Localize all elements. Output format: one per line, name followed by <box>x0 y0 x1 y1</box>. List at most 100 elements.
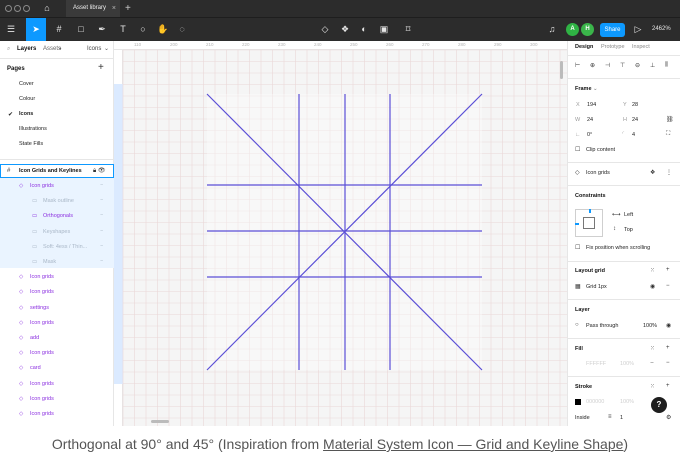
grid-icon[interactable]: ▦ <box>575 283 581 290</box>
hidden-eye-icon[interactable]: ⌣ <box>100 258 103 264</box>
tab-inspect[interactable]: Inspect <box>632 44 650 50</box>
constraints-widget[interactable] <box>575 209 603 237</box>
remove-grid-icon[interactable]: − <box>666 283 670 289</box>
layer-opacity-input[interactable]: 100% <box>643 323 657 329</box>
headphones-icon[interactable]: ♫ <box>546 18 558 41</box>
main-menu-icon[interactable]: ☰ <box>2 18 20 41</box>
stroke-color-swatch[interactable] <box>575 399 581 405</box>
stroke-opacity-input[interactable]: 100% <box>620 399 634 405</box>
fill-opacity-input[interactable]: 100% <box>620 361 634 367</box>
chevron-down-icon[interactable]: ⌄ <box>593 86 598 92</box>
close-window-button[interactable] <box>5 5 12 12</box>
tab-prototype[interactable]: Prototype <box>601 44 625 50</box>
frame-tool-icon[interactable]: # <box>50 18 68 41</box>
independent-corners-icon[interactable]: ⛶ <box>666 131 670 138</box>
add-fill-icon[interactable]: + <box>666 345 670 351</box>
add-stroke-icon[interactable]: + <box>666 383 670 389</box>
minimize-window-button[interactable] <box>14 5 21 12</box>
hidden-eye-icon[interactable]: ⌣ <box>100 243 103 249</box>
hidden-eye-icon[interactable]: ⌣ <box>100 212 103 218</box>
comment-tool-icon[interactable]: ○ <box>136 18 150 41</box>
move-tool-icon[interactable]: ➤ <box>26 18 46 41</box>
vertical-constraint-select[interactable]: Top <box>624 227 633 233</box>
shape-tool-icon[interactable]: □ <box>72 18 90 41</box>
corner-radius-input[interactable]: 4 <box>632 132 635 138</box>
share-button[interactable]: Share <box>600 23 625 37</box>
crop-icon[interactable]: ⌑ <box>400 18 416 41</box>
pen-tool-icon[interactable]: ✒ <box>94 18 110 41</box>
constrain-proportions-icon[interactable]: ⛓ <box>666 116 674 123</box>
page-item-colour[interactable]: Colour <box>19 96 35 102</box>
search-icon[interactable]: ⌕ <box>7 41 10 58</box>
home-icon[interactable]: ⌂ <box>37 0 57 17</box>
x-input[interactable]: 194 <box>587 102 596 108</box>
avatar[interactable]: H <box>581 23 594 36</box>
eye-icon[interactable]: ◉ <box>650 283 655 290</box>
page-item-icons[interactable]: Icons <box>19 111 33 117</box>
maximize-window-button[interactable] <box>23 5 30 12</box>
y-input[interactable]: 28 <box>632 102 638 108</box>
align-bottom-icon[interactable]: ⊥ <box>650 62 655 69</box>
new-tab-icon[interactable]: + <box>125 0 131 17</box>
clip-content-checkbox[interactable]: ☐ <box>575 146 580 153</box>
align-top-icon[interactable]: ⊤ <box>620 62 625 69</box>
add-page-icon[interactable]: + <box>98 62 104 73</box>
stroke-weight-input[interactable]: 1 <box>620 415 623 421</box>
add-grid-icon[interactable]: + <box>666 267 670 273</box>
layer-item[interactable]: ◇ Icon grids <box>19 378 99 390</box>
help-button[interactable]: ? <box>651 397 667 413</box>
layer-item[interactable]: ◇ Icon grids <box>19 271 99 283</box>
layer-item[interactable]: ◇ Icon grids <box>19 180 99 192</box>
page-select[interactable]: Icons <box>87 41 101 58</box>
mask-icon[interactable]: ◐ <box>357 18 371 41</box>
go-to-main-component-icon[interactable]: ❖ <box>650 169 655 176</box>
close-tab-icon[interactable]: × <box>112 0 116 17</box>
layer-item[interactable]: ◇ Icon grids <box>19 317 99 329</box>
canvas[interactable]: 110 200 210 220 230 240 250 260 270 280 290 300 <box>114 41 567 426</box>
layer-item[interactable]: ◇ settings <box>19 302 99 314</box>
grid-label[interactable]: Grid 1px <box>586 284 607 290</box>
more-options-icon[interactable]: ⋮ <box>666 169 672 176</box>
constraint-left-bar[interactable] <box>575 223 579 225</box>
lock-eye-icons[interactable]: 🔒︎ 👁︎ <box>93 165 105 177</box>
align-middle-icon[interactable]: ⊖ <box>635 62 640 69</box>
layer-item[interactable]: ◇ Icon grids <box>19 286 99 298</box>
hide-fill-icon[interactable]: ⌣ <box>650 360 654 367</box>
eye-icon[interactable]: ◉ <box>666 322 671 329</box>
width-input[interactable]: 24 <box>587 117 593 123</box>
distribute-icon[interactable]: ⫼ <box>665 62 668 69</box>
create-component-icon[interactable]: ❖ <box>338 18 352 41</box>
page-item-cover[interactable]: Cover <box>19 81 34 87</box>
caption-link[interactable]: Material System Icon — Grid and Keyline … <box>323 436 623 452</box>
fill-styles-icon[interactable]: ⁙ <box>650 345 655 352</box>
layer-item[interactable]: ◇ add <box>19 332 99 344</box>
layer-frame-selected[interactable]: # Icon Grids and Keylines 🔒︎ 👁︎ <box>0 164 114 178</box>
align-right-icon[interactable]: ⊣ <box>605 62 610 69</box>
hidden-eye-icon[interactable]: ⌣ <box>100 228 103 234</box>
stroke-align-select[interactable]: Inside <box>575 415 590 421</box>
tab-layers[interactable]: Layers <box>17 41 36 58</box>
stroke-settings-icon[interactable]: ⚙ <box>666 414 671 421</box>
blend-mode-select[interactable]: Pass through <box>586 323 618 329</box>
hand-tool-icon[interactable]: ✋ <box>156 18 170 41</box>
page-item-illustrations[interactable]: Illustrations <box>19 126 47 132</box>
vertical-scrollbar[interactable] <box>560 61 563 79</box>
stroke-hex-input[interactable]: 000000 <box>586 399 604 405</box>
stroke-styles-icon[interactable]: ⁙ <box>650 383 655 390</box>
page-item-state-fills[interactable]: State Fills <box>19 141 43 147</box>
layer-item[interactable]: ◇ Icon grids <box>19 393 99 405</box>
text-tool-icon[interactable]: T <box>116 18 130 41</box>
component-name[interactable]: Icon grids <box>586 170 610 176</box>
hidden-eye-icon[interactable]: ⌣ <box>100 182 103 188</box>
remove-fill-icon[interactable]: − <box>666 360 670 366</box>
boolean-icon[interactable]: ▣ <box>376 18 392 41</box>
avatar[interactable]: A <box>566 23 579 36</box>
present-icon[interactable]: ▷ <box>632 18 644 41</box>
rotation-input[interactable]: 0° <box>587 132 592 138</box>
layer-item[interactable]: ◇ Icon grids <box>19 408 99 420</box>
layer-item[interactable]: ◇ card <box>19 362 99 374</box>
fix-position-checkbox[interactable]: ☐ <box>575 244 580 251</box>
tab-design[interactable]: Design <box>575 44 593 50</box>
component-icon[interactable]: ◇ <box>318 18 332 41</box>
align-center-h-icon[interactable]: ⊕ <box>590 62 595 69</box>
